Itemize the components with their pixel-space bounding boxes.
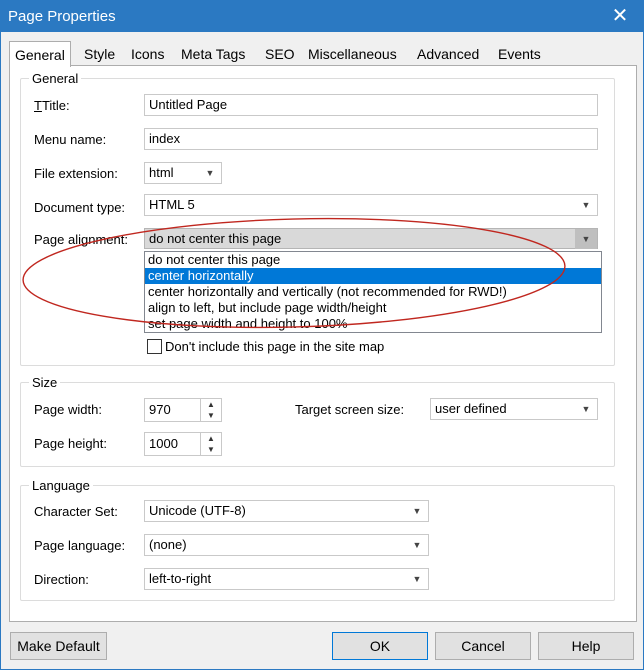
direction-value: left-to-right: [149, 571, 212, 586]
tab-meta-tags[interactable]: Meta Tags: [181, 44, 245, 65]
tab-events[interactable]: Events: [498, 44, 541, 65]
chevron-down-icon[interactable]: ▼: [199, 163, 221, 183]
chevron-down-icon[interactable]: ▼: [406, 569, 428, 589]
title-label: TTitle:: [34, 98, 70, 113]
charset-label: Character Set:: [34, 504, 118, 519]
tab-general[interactable]: General: [9, 41, 71, 67]
tab-icons[interactable]: Icons: [131, 44, 164, 65]
menu-name-input[interactable]: index: [144, 128, 598, 150]
make-default-button[interactable]: Make Default: [10, 632, 107, 660]
chevron-down-icon[interactable]: ▼: [575, 229, 597, 249]
page-alignment-option[interactable]: center horizontally and vertically (not …: [145, 284, 601, 300]
sitemap-checkbox[interactable]: [147, 339, 162, 354]
document-type-value: HTML 5: [149, 197, 195, 212]
page-alignment-option-selected[interactable]: center horizontally: [145, 268, 601, 284]
page-alignment-option[interactable]: do not center this page: [145, 252, 601, 268]
file-extension-label: File extension:: [34, 166, 118, 181]
file-extension-select[interactable]: html ▼: [144, 162, 222, 184]
document-type-label: Document type:: [34, 200, 126, 215]
chevron-down-icon[interactable]: ▼: [575, 195, 597, 215]
page-width-label: Page width:: [34, 402, 102, 417]
spin-up-icon[interactable]: ▲: [201, 433, 221, 444]
charset-value: Unicode (UTF-8): [149, 503, 246, 518]
tab-miscellaneous[interactable]: Miscellaneous: [308, 44, 397, 65]
title-input[interactable]: Untitled Page: [144, 94, 598, 116]
tab-seo[interactable]: SEO: [265, 44, 295, 65]
title-label-text: Title:: [41, 98, 70, 113]
close-icon[interactable]: ✕: [597, 1, 643, 32]
menu-name-label: Menu name:: [34, 132, 107, 147]
page-alignment-label: Page alignment:: [34, 232, 128, 247]
title-bar: Page Properties ✕: [1, 1, 643, 32]
spin-down-icon[interactable]: ▼: [201, 444, 221, 455]
direction-label: Direction:: [34, 572, 89, 587]
page-height-label: Page height:: [34, 436, 108, 451]
page-alignment-dropdown: do not center this page center horizonta…: [144, 251, 602, 333]
document-type-select[interactable]: HTML 5 ▼: [144, 194, 598, 216]
page-language-label: Page language:: [34, 538, 126, 553]
page-alignment-value: do not center this page: [149, 231, 282, 246]
spin-down-icon[interactable]: ▼: [201, 410, 221, 421]
file-extension-value: html: [149, 165, 174, 180]
charset-select[interactable]: Unicode (UTF-8) ▼: [144, 500, 429, 522]
direction-select[interactable]: left-to-right ▼: [144, 568, 429, 590]
sitemap-checkbox-label[interactable]: Don't include this page in the site map: [165, 339, 384, 354]
window-title: Page Properties: [8, 8, 116, 25]
language-legend: Language: [32, 478, 90, 493]
tab-advanced[interactable]: Advanced: [417, 44, 479, 65]
page-width-input[interactable]: 970: [144, 398, 201, 422]
chevron-down-icon[interactable]: ▼: [406, 501, 428, 521]
chevron-down-icon[interactable]: ▼: [575, 399, 597, 419]
page-height-stepper[interactable]: ▲ ▼: [200, 432, 222, 456]
size-legend: Size: [32, 375, 58, 390]
general-legend: General: [32, 71, 79, 86]
target-screen-select[interactable]: user defined ▼: [430, 398, 598, 420]
cancel-button[interactable]: Cancel: [435, 632, 531, 660]
page-alignment-option[interactable]: align to left, but include page width/he…: [145, 300, 601, 316]
page-language-value: (none): [149, 537, 187, 552]
target-screen-value: user defined: [435, 401, 507, 416]
help-button[interactable]: Help: [538, 632, 634, 660]
page-alignment-option[interactable]: set page width and height to 100%: [145, 316, 601, 332]
size-group: Size: [20, 375, 615, 467]
page-height-input[interactable]: 1000: [144, 432, 201, 456]
page-width-stepper[interactable]: ▲ ▼: [200, 398, 222, 422]
page-alignment-select[interactable]: do not center this page ▼: [144, 228, 598, 249]
tab-style[interactable]: Style: [84, 44, 115, 65]
chevron-down-icon[interactable]: ▼: [406, 535, 428, 555]
target-screen-label: Target screen size:: [295, 402, 405, 417]
page-language-select[interactable]: (none) ▼: [144, 534, 429, 556]
ok-button[interactable]: OK: [332, 632, 428, 660]
page-properties-dialog: Page Properties ✕ General Style Icons Me…: [0, 0, 644, 670]
spin-up-icon[interactable]: ▲: [201, 399, 221, 410]
